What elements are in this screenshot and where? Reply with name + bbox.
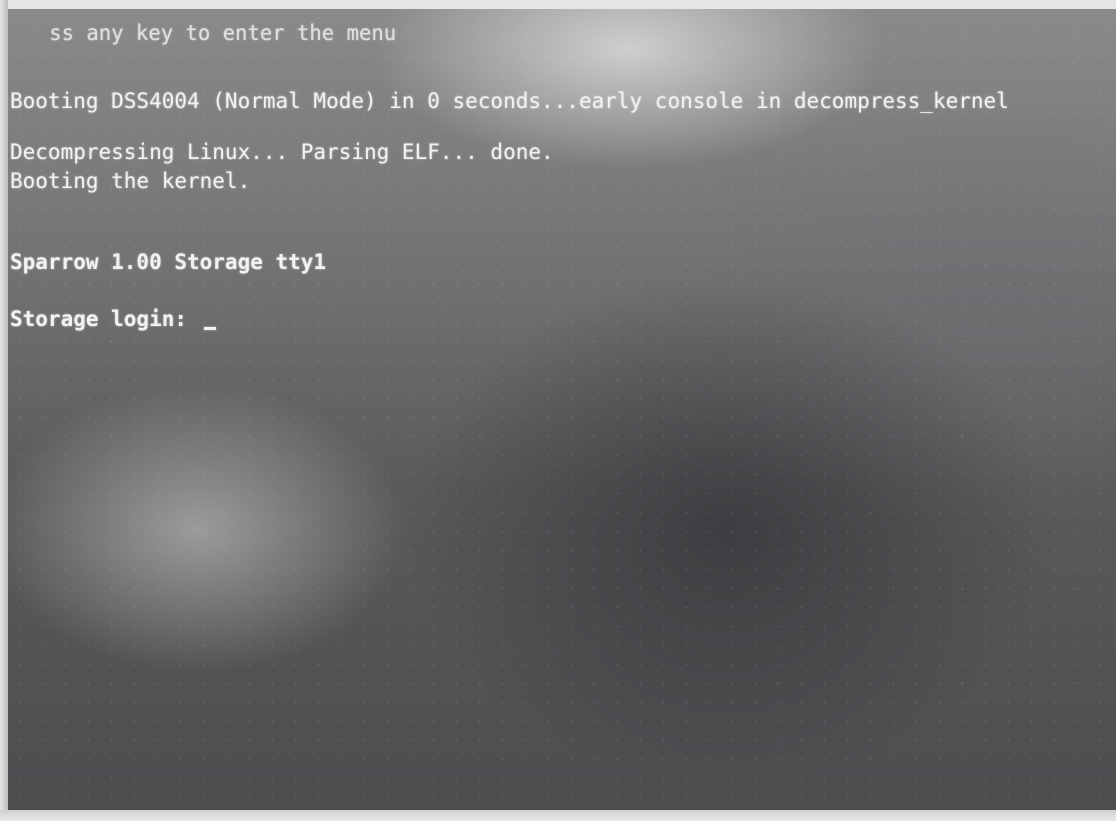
console-output: ss any key to enter the menu Booting DSS…: [10, 19, 1009, 334]
decompress-line: Decompressing Linux... Parsing ELF... do…: [10, 140, 554, 164]
menu-hint-line: ss any key to enter the menu: [49, 21, 397, 45]
boot-kernel-line: Booting the kernel.: [10, 169, 251, 193]
login-line[interactable]: Storage login:: [10, 305, 1009, 334]
boot-mode-line: Booting DSS4004 (Normal Mode) in 0 secon…: [10, 89, 1009, 113]
photo-of-monitor: ss any key to enter the menu Booting DSS…: [0, 0, 1116, 821]
os-banner-line: Sparrow 1.00 Storage tty1: [10, 250, 327, 274]
console-screen: ss any key to enter the menu Booting DSS…: [8, 9, 1116, 810]
monitor-bezel-left: [0, 0, 8, 821]
monitor-bezel-bottom: [0, 810, 1116, 821]
login-prompt: Storage login:: [10, 307, 200, 331]
text-cursor[interactable]: [203, 327, 216, 330]
